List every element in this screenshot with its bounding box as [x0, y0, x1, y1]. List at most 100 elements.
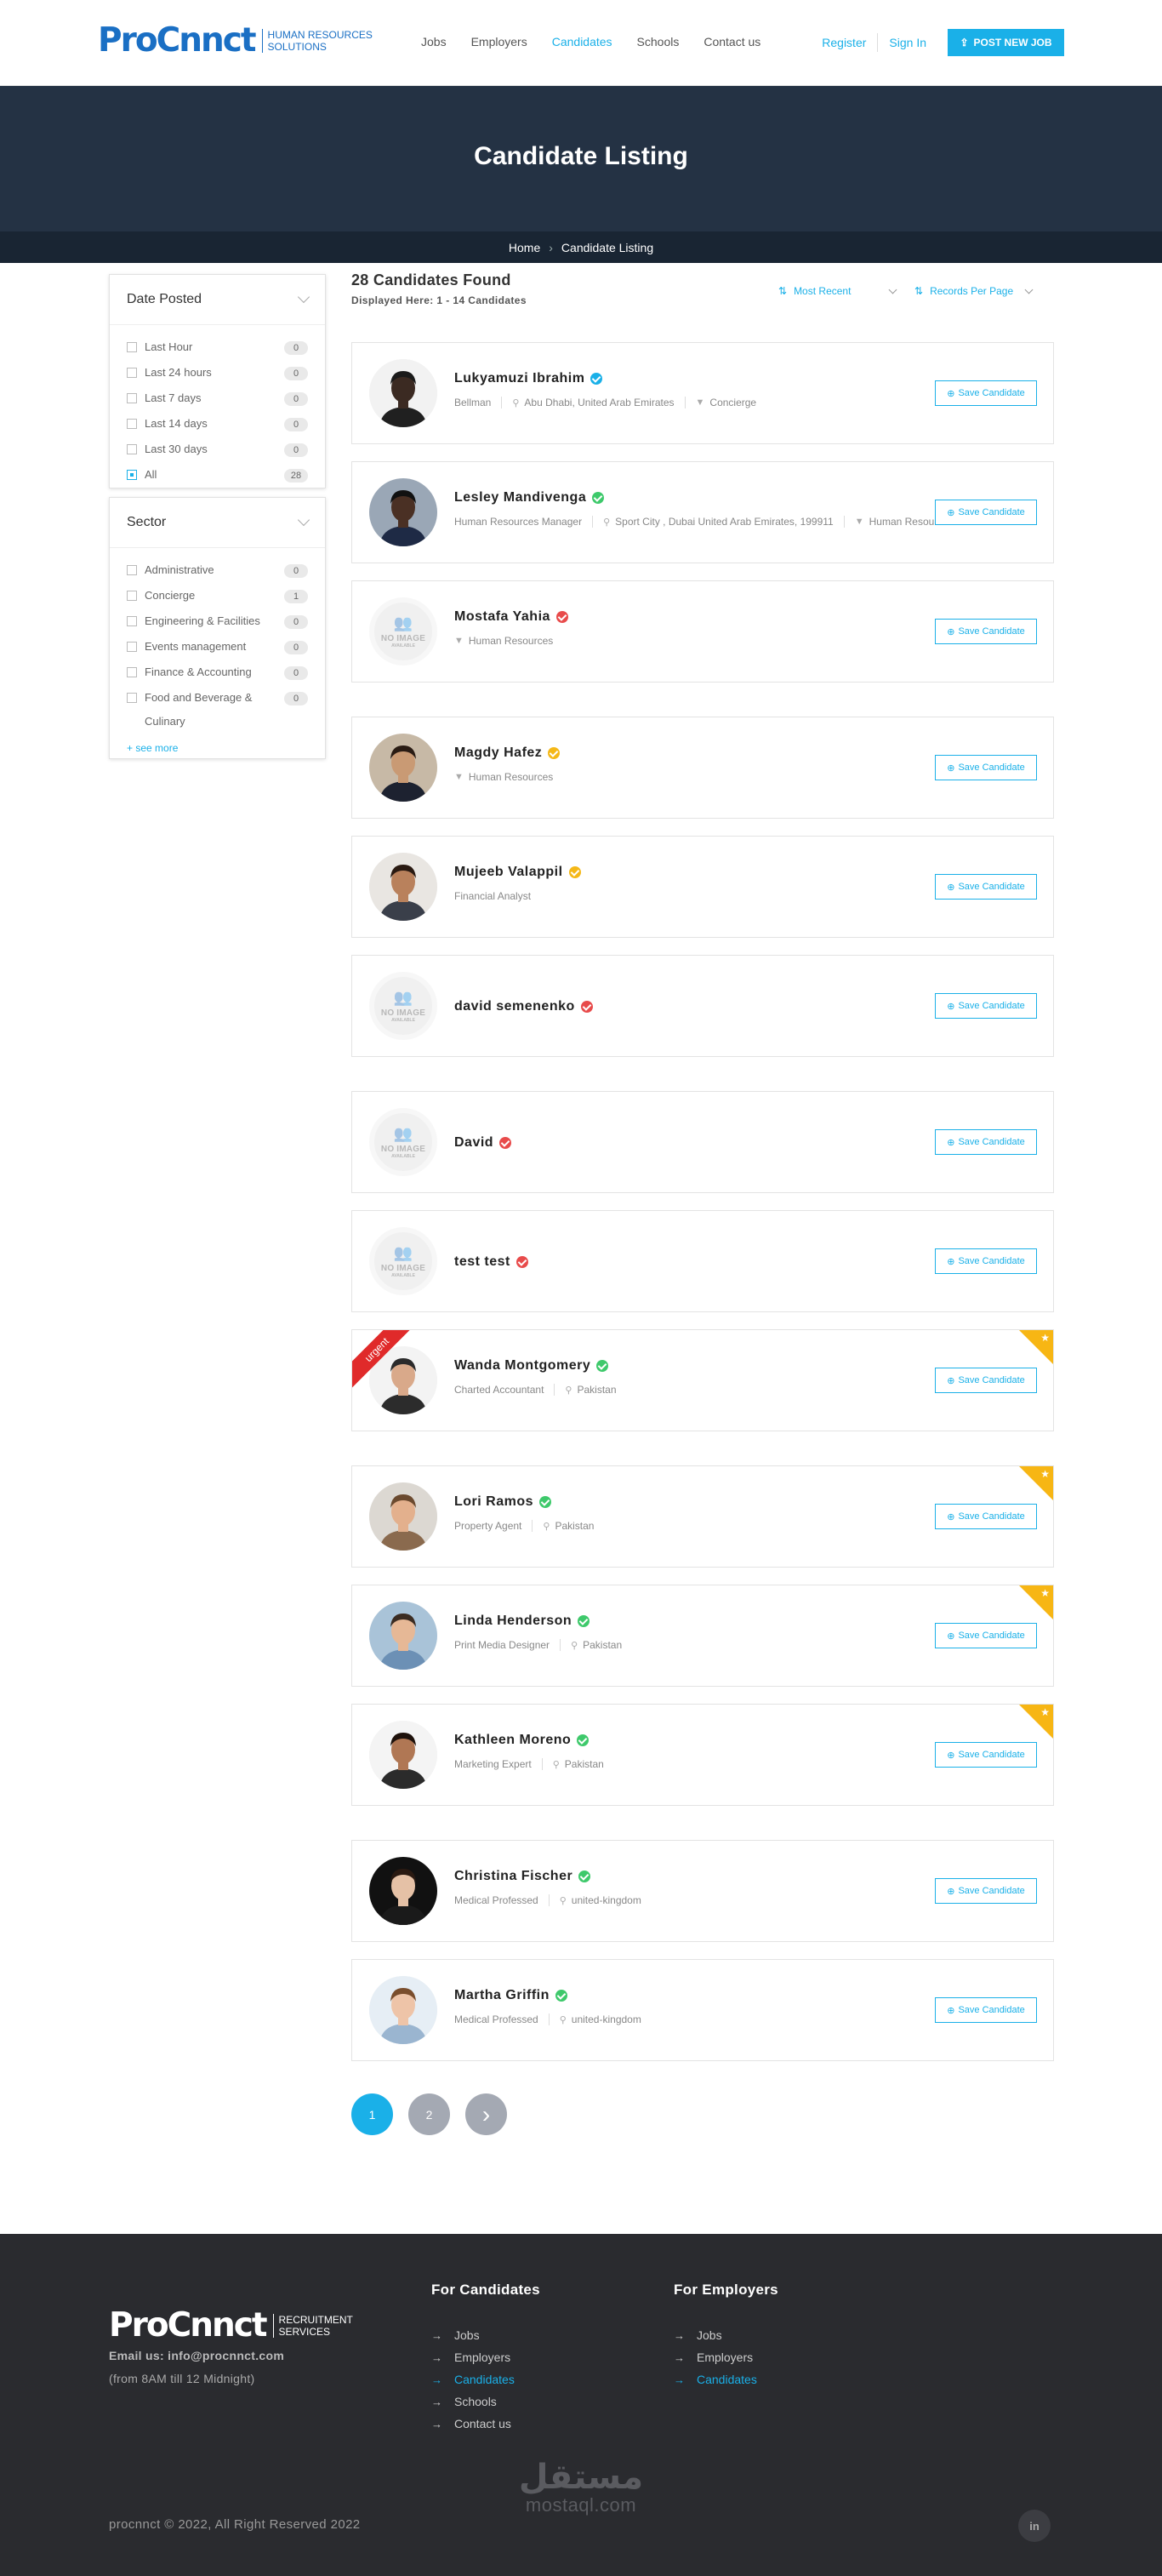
site-logo[interactable]: ProCnnct HUMAN RESOURCES SOLUTIONS	[98, 24, 390, 57]
save-candidate-button[interactable]: ⊕ Save Candidate	[935, 1742, 1037, 1768]
checkbox[interactable]	[127, 470, 137, 480]
candidate-name[interactable]: Christina Fischer	[454, 1869, 591, 1884]
candidate-name[interactable]: test test	[454, 1254, 528, 1270]
avatar[interactable]	[369, 359, 437, 427]
candidate-name[interactable]: David	[454, 1135, 512, 1151]
save-candidate-button[interactable]: ⊕ Save Candidate	[935, 755, 1037, 780]
filter-option[interactable]: Food and Beverage & Culinary 0	[110, 686, 325, 735]
save-candidate-button[interactable]: ⊕ Save Candidate	[935, 1504, 1037, 1529]
save-candidate-button[interactable]: ⊕ Save Candidate	[935, 619, 1037, 644]
save-candidate-button[interactable]: ⊕ Save Candidate	[935, 1368, 1037, 1393]
linkedin-icon[interactable]: in	[1018, 2510, 1051, 2542]
nav-item-contact-us[interactable]: Contact us	[703, 35, 760, 49]
candidate-name[interactable]: Wanda Montgomery	[454, 1358, 609, 1374]
checkbox[interactable]	[127, 342, 137, 352]
candidate-name[interactable]: Lukyamuzi Ibrahim	[454, 371, 603, 386]
checkbox[interactable]	[127, 419, 137, 429]
nav-item-jobs[interactable]: Jobs	[421, 35, 447, 49]
save-candidate-button[interactable]: ⊕ Save Candidate	[935, 1623, 1037, 1648]
checkbox[interactable]	[127, 565, 137, 575]
page-button-2[interactable]: 2	[408, 2093, 450, 2135]
filter-title[interactable]: Sector	[110, 498, 325, 548]
avatar[interactable]	[369, 1976, 437, 2044]
candidate-name[interactable]: Lesley Mandivenga	[454, 490, 605, 505]
filter-option[interactable]: Concierge 1	[110, 584, 325, 609]
register-link[interactable]: Register	[811, 36, 877, 49]
filter-option[interactable]: Last 14 days 0	[110, 412, 325, 437]
candidate-name[interactable]: Mostafa Yahia	[454, 609, 568, 625]
post-new-job-button[interactable]: ⇪ POST NEW JOB	[948, 29, 1064, 56]
nav-item-employers[interactable]: Employers	[471, 35, 527, 49]
next-page-button[interactable]: ›	[465, 2093, 507, 2135]
save-candidate-button[interactable]: ⊕ Save Candidate	[935, 380, 1037, 406]
footer-link-contact-us[interactable]: → Contact us	[431, 2413, 540, 2435]
footer-link-candidates[interactable]: → Candidates	[674, 2368, 778, 2390]
candidate-name[interactable]: Magdy Hafez	[454, 745, 561, 761]
no-image-avatar[interactable]: 👥 NO IMAGE AVAILABLE	[369, 1108, 437, 1176]
checkbox[interactable]	[127, 591, 137, 601]
save-candidate-button[interactable]: ⊕ Save Candidate	[935, 993, 1037, 1019]
checkbox[interactable]	[127, 693, 137, 703]
sort-dropdown[interactable]: ⇅ Most Recent	[778, 285, 914, 297]
avatar[interactable]	[369, 1482, 437, 1551]
save-candidate-button[interactable]: ⊕ Save Candidate	[935, 1129, 1037, 1155]
checkbox[interactable]	[127, 616, 137, 626]
avatar[interactable]	[369, 1857, 437, 1925]
filter-title[interactable]: Date Posted	[110, 275, 325, 325]
save-candidate-button[interactable]: ⊕ Save Candidate	[935, 1878, 1037, 1904]
candidate-card: Kathleen Moreno Marketing Expert ⚲ Pakistan…	[351, 1704, 1054, 1806]
candidate-name[interactable]: david semenenko	[454, 999, 593, 1014]
candidate-name[interactable]: Mujeeb Valappil	[454, 865, 581, 880]
avatar[interactable]	[369, 1721, 437, 1789]
footer-link-schools[interactable]: → Schools	[431, 2390, 540, 2413]
checkbox[interactable]	[127, 393, 137, 403]
nav-item-schools[interactable]: Schools	[637, 35, 680, 49]
page-button-1[interactable]: 1	[351, 2093, 393, 2135]
filter-option[interactable]: Administrative 0	[110, 558, 325, 584]
footer-link-label: Jobs	[454, 2328, 480, 2342]
footer-logo[interactable]: ProCnnct RECRUITMENT SERVICES	[109, 2309, 367, 2342]
see-more-link[interactable]: + see more	[110, 742, 325, 754]
footer-link-candidates[interactable]: → Candidates	[431, 2368, 540, 2390]
avatar[interactable]	[369, 478, 437, 546]
signin-link[interactable]: Sign In	[878, 36, 937, 49]
checkbox[interactable]	[127, 667, 137, 677]
avatar[interactable]	[369, 734, 437, 802]
save-candidate-button[interactable]: ⊕ Save Candidate	[935, 1997, 1037, 2023]
no-image-avatar[interactable]: 👥 NO IMAGE AVAILABLE	[369, 1227, 437, 1295]
filter-option[interactable]: Events management 0	[110, 635, 325, 660]
footer-link-jobs[interactable]: → Jobs	[674, 2324, 778, 2346]
candidate-name[interactable]: Martha Griffin	[454, 1988, 567, 2003]
footer-link-jobs[interactable]: → Jobs	[431, 2324, 540, 2346]
filter-option[interactable]: Last 30 days 0	[110, 437, 325, 463]
avatar[interactable]	[369, 853, 437, 921]
no-image-avatar[interactable]: 👥 NO IMAGE AVAILABLE	[369, 597, 437, 665]
footer-email[interactable]: Email us: info@procnnct.com	[109, 2349, 284, 2362]
footer-link-employers[interactable]: → Employers	[431, 2346, 540, 2368]
filter-option[interactable]: All 28	[110, 463, 325, 488]
checkbox[interactable]	[127, 368, 137, 378]
watermark: مستقل mostaql.com	[0, 2460, 1162, 2516]
save-candidate-button[interactable]: ⊕ Save Candidate	[935, 1248, 1037, 1274]
filter-option[interactable]: Last 24 hours 0	[110, 361, 325, 386]
save-candidate-button[interactable]: ⊕ Save Candidate	[935, 500, 1037, 525]
avatar[interactable]	[369, 1602, 437, 1670]
save-candidate-button[interactable]: ⊕ Save Candidate	[935, 874, 1037, 900]
filter-option[interactable]: Engineering & Facilities 0	[110, 609, 325, 635]
location-pin-icon: ⚲	[543, 1521, 550, 1532]
checkbox[interactable]	[127, 642, 137, 652]
records-per-page-dropdown[interactable]: ⇅ Records Per Page	[914, 285, 1051, 297]
verified-badge-icon	[596, 1360, 609, 1372]
filter-option[interactable]: Last Hour 0	[110, 335, 325, 361]
filter-option[interactable]: Last 7 days 0	[110, 386, 325, 412]
checkbox[interactable]	[127, 444, 137, 454]
count-badge: 0	[284, 615, 308, 629]
nav-item-candidates[interactable]: Candidates	[552, 35, 612, 49]
filter-option[interactable]: Finance & Accounting 0	[110, 660, 325, 686]
candidate-name[interactable]: Linda Henderson	[454, 1614, 590, 1629]
footer-link-employers[interactable]: → Employers	[674, 2346, 778, 2368]
candidate-name[interactable]: Lori Ramos	[454, 1494, 552, 1510]
candidate-name[interactable]: Kathleen Moreno	[454, 1733, 590, 1748]
arrow-right-icon: →	[674, 2328, 685, 2342]
no-image-avatar[interactable]: 👥 NO IMAGE AVAILABLE	[369, 972, 437, 1040]
